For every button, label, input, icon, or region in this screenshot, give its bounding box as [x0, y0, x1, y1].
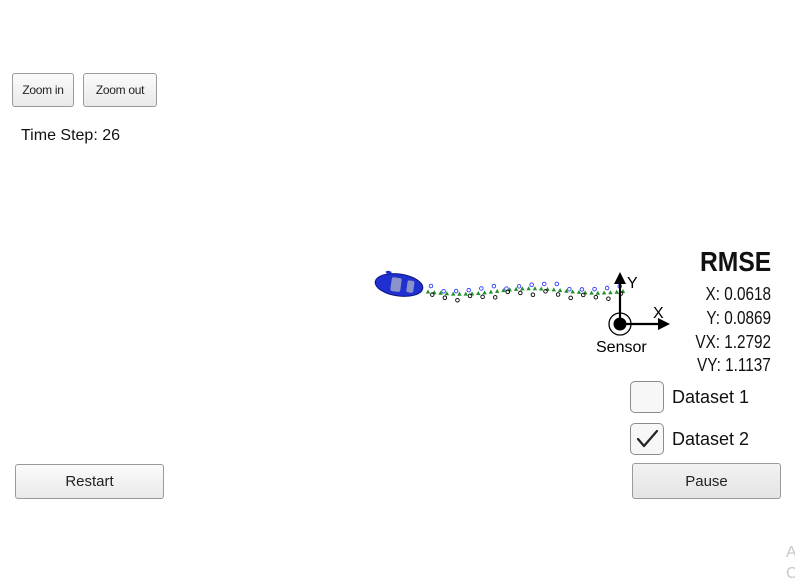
estimate-marker: [620, 289, 626, 294]
estimate-marker: [482, 290, 487, 295]
radar-marker: [555, 292, 561, 297]
radar-marker: [430, 292, 435, 297]
radar-marker: [455, 297, 460, 303]
lidar-marker: [554, 281, 560, 287]
lidar-marker: [516, 284, 522, 289]
restart-button[interactable]: Restart: [15, 464, 164, 499]
measurement-markers: [425, 281, 626, 303]
rmse-vx-value: VX: 1.2792: [695, 332, 771, 352]
rmse-x-value: X: 0.0618: [705, 284, 771, 304]
radar-marker: [467, 293, 473, 299]
estimate-marker: [557, 288, 563, 293]
radar-marker: [568, 295, 573, 301]
lidar-marker: [529, 282, 534, 287]
estimate-marker: [545, 286, 550, 291]
estimate-marker: [589, 290, 594, 295]
estimate-marker: [614, 289, 619, 294]
lidar-marker: [592, 286, 597, 292]
estimate-marker: [476, 290, 481, 295]
rmse-title: RMSE: [700, 246, 772, 277]
estimate-marker: [539, 286, 544, 291]
x-axis-label: X: [653, 305, 664, 322]
estimate-marker: [608, 290, 613, 295]
dataset-2-checkbox[interactable]: [630, 423, 664, 455]
estimate-marker: [601, 290, 607, 295]
lidar-marker: [567, 286, 572, 292]
estimate-marker: [469, 291, 475, 296]
lidar-marker: [541, 281, 547, 287]
lidar-marker: [453, 288, 459, 294]
lidar-marker: [579, 287, 585, 292]
dataset-1-label: Dataset 1: [672, 387, 750, 407]
rmse-y-value: Y: 0.0869: [706, 308, 771, 328]
lidar-marker: [428, 283, 434, 289]
estimate-marker: [526, 286, 531, 291]
radar-marker: [543, 289, 548, 294]
radar-marker: [606, 296, 611, 301]
estimate-marker: [432, 290, 437, 295]
estimate-marker: [595, 290, 601, 295]
lidar-marker: [466, 287, 471, 293]
radar-marker: [581, 292, 586, 298]
radar-marker: [480, 294, 485, 300]
radar-marker: [593, 294, 599, 300]
checkmark-icon: [636, 429, 659, 448]
y-axis-arrow: [614, 272, 626, 324]
estimate-marker: [494, 288, 500, 293]
pause-button[interactable]: Pause: [632, 463, 781, 499]
dataset-1-checkbox[interactable]: [630, 381, 664, 413]
y-axis-label: Y: [627, 275, 638, 292]
estimate-marker: [463, 291, 468, 296]
estimate-marker: [425, 289, 431, 294]
estimate-marker: [488, 289, 494, 294]
dataset-2-label: Dataset 2: [672, 429, 750, 449]
corner-glyph-a: A: [786, 544, 795, 561]
lidar-marker: [479, 286, 484, 291]
radar-marker: [492, 295, 498, 300]
lidar-marker: [491, 283, 497, 289]
radar-marker: [518, 290, 523, 296]
radar-marker: [442, 295, 448, 301]
estimate-marker: [532, 286, 538, 291]
sensor-label: Sensor: [596, 339, 647, 356]
estimate-marker: [551, 287, 557, 292]
estimate-marker: [583, 290, 588, 295]
rmse-vy-value: VY: 1.1137: [697, 355, 771, 375]
lidar-marker: [604, 285, 610, 291]
lidar-marker: [441, 289, 446, 294]
radar-marker: [530, 292, 536, 297]
car-icon: [374, 270, 424, 297]
radar-marker: [505, 289, 511, 295]
corner-glyph-c: C: [786, 565, 795, 582]
